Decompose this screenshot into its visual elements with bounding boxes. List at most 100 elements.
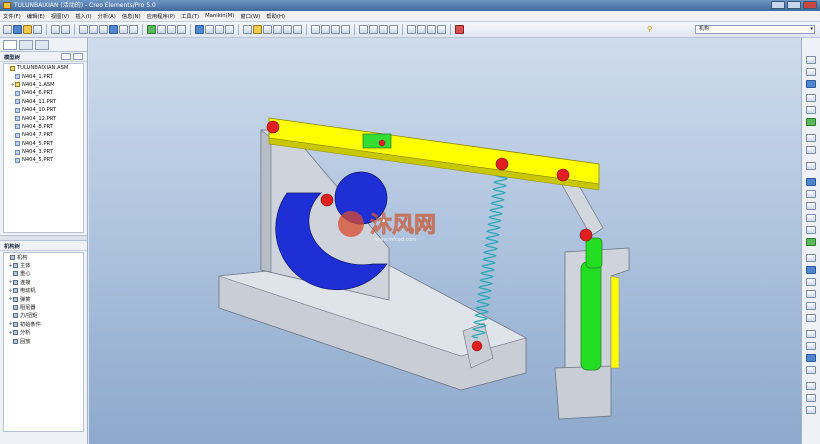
right-toolbar-button[interactable] <box>806 214 816 222</box>
model-tree-item[interactable]: N404_8.PRT <box>4 123 83 131</box>
right-toolbar-button[interactable] <box>806 314 816 322</box>
menu-item[interactable]: 工具(T) <box>181 12 199 20</box>
menu-item[interactable]: 窗口(W) <box>240 12 260 20</box>
right-toolbar-button[interactable] <box>806 302 816 310</box>
toolbar-button[interactable] <box>437 25 446 34</box>
right-toolbar-button[interactable] <box>806 254 816 262</box>
tab-model-tree[interactable] <box>3 40 17 50</box>
maximize-button[interactable] <box>787 1 801 9</box>
right-toolbar-button[interactable] <box>806 56 816 64</box>
menu-item[interactable]: 插入(I) <box>75 12 91 20</box>
right-toolbar-button[interactable] <box>806 94 816 102</box>
right-toolbar-button[interactable] <box>806 342 816 350</box>
toolbar-button[interactable] <box>177 25 186 34</box>
right-toolbar-button[interactable] <box>806 162 816 170</box>
selection-filter-dropdown[interactable]: 机构 ▾ <box>695 25 815 34</box>
right-toolbar-button[interactable] <box>806 238 816 246</box>
toolbar-button[interactable] <box>51 25 60 34</box>
model-tree-item[interactable]: N404_7.PRT <box>4 131 83 139</box>
mech-tree-item[interactable]: + 弹簧 <box>4 295 83 303</box>
right-toolbar-button[interactable] <box>806 266 816 274</box>
mech-tree-item[interactable]: 回放 <box>4 337 83 345</box>
menu-item[interactable]: 信息(N) <box>122 12 141 20</box>
menu-item[interactable]: 分析(A) <box>98 12 116 20</box>
toolbar-button[interactable] <box>253 25 262 34</box>
mech-tree-item[interactable]: + 初始条件 <box>4 320 83 328</box>
model-tree-item[interactable]: + N404_1.ASM <box>4 81 83 89</box>
model-tree-item[interactable]: N404_1.PRT <box>4 72 83 80</box>
right-toolbar-button[interactable] <box>806 106 816 114</box>
mech-tree-item[interactable]: + 连接 <box>4 278 83 286</box>
right-toolbar-button[interactable] <box>806 134 816 142</box>
minimize-button[interactable] <box>771 1 785 9</box>
tree-settings-button[interactable] <box>61 53 71 60</box>
toolbar-button[interactable] <box>341 25 350 34</box>
toolbar-button[interactable] <box>109 25 118 34</box>
toolbar-button[interactable] <box>33 25 42 34</box>
toolbar-button[interactable] <box>13 25 22 34</box>
tree-show-button[interactable] <box>73 53 83 60</box>
mech-tree-item[interactable]: + 电动机 <box>4 287 83 295</box>
toolbar-button[interactable] <box>379 25 388 34</box>
toolbar-button[interactable] <box>389 25 398 34</box>
model-tree-item[interactable]: N404_6.PRT <box>4 89 83 97</box>
right-toolbar-button[interactable] <box>806 190 816 198</box>
right-toolbar-button[interactable] <box>806 278 816 286</box>
menu-item[interactable]: 帮助(H) <box>266 12 285 20</box>
right-toolbar-button[interactable] <box>806 226 816 234</box>
toolbar-button[interactable] <box>61 25 70 34</box>
menu-item[interactable]: 应用程序(P) <box>147 12 176 20</box>
right-toolbar-button[interactable] <box>806 202 816 210</box>
toolbar-button[interactable] <box>427 25 436 34</box>
right-toolbar-button[interactable] <box>806 354 816 362</box>
toolbar-button[interactable] <box>215 25 224 34</box>
toolbar-button[interactable] <box>293 25 302 34</box>
menu-item[interactable]: 视图(V) <box>51 12 69 20</box>
toolbar-button[interactable] <box>407 25 416 34</box>
toolbar-button[interactable] <box>263 25 272 34</box>
toolbar-button[interactable] <box>243 25 252 34</box>
graphics-viewport[interactable]: 沐风网 www.mfcad.com <box>89 38 801 444</box>
right-toolbar-button[interactable] <box>806 118 816 126</box>
toolbar-button[interactable] <box>23 25 32 34</box>
right-toolbar-button[interactable] <box>806 146 816 154</box>
toolbar-button[interactable] <box>205 25 214 34</box>
right-toolbar-button[interactable] <box>806 330 816 338</box>
menu-item[interactable]: Manikin(M) <box>205 13 234 19</box>
tab-favorites[interactable] <box>35 40 49 50</box>
toolbar-button[interactable] <box>89 25 98 34</box>
toolbar-button[interactable] <box>321 25 330 34</box>
mech-tree-item[interactable]: + 分析 <box>4 329 83 337</box>
toolbar-button[interactable] <box>79 25 88 34</box>
mech-tree-item[interactable]: 力/扭矩 <box>4 312 83 320</box>
toolbar-button[interactable] <box>455 25 464 34</box>
model-tree-item[interactable]: N404_5.PRT <box>4 140 83 148</box>
menu-item[interactable]: 编辑(E) <box>27 12 45 20</box>
toolbar-button[interactable] <box>195 25 204 34</box>
model-tree-item[interactable]: N404_10.PRT <box>4 106 83 114</box>
toolbar-button[interactable] <box>369 25 378 34</box>
mech-tree-item[interactable]: + 主体 <box>4 261 83 270</box>
right-toolbar-button[interactable] <box>806 68 816 76</box>
right-toolbar-button[interactable] <box>806 406 816 414</box>
tab-folder-browser[interactable] <box>19 40 33 50</box>
toolbar-button[interactable] <box>311 25 320 34</box>
mech-tree-item[interactable]: 阻尼器 <box>4 303 83 311</box>
toolbar-button[interactable] <box>225 25 234 34</box>
right-toolbar-button[interactable] <box>806 80 816 88</box>
toolbar-button[interactable] <box>359 25 368 34</box>
close-button[interactable] <box>803 1 817 9</box>
model-tree-item[interactable]: N404_5.PRT <box>4 156 83 164</box>
toolbar-button[interactable] <box>119 25 128 34</box>
toolbar-button[interactable] <box>129 25 138 34</box>
right-toolbar-button[interactable] <box>806 382 816 390</box>
right-toolbar-button[interactable] <box>806 394 816 402</box>
toolbar-button[interactable] <box>331 25 340 34</box>
model-tree-item[interactable]: TULUNBAIXIAN.ASM <box>4 64 83 72</box>
mech-tree-item[interactable]: 重心 <box>4 270 83 278</box>
toolbar-button[interactable] <box>273 25 282 34</box>
right-toolbar-button[interactable] <box>806 290 816 298</box>
menu-item[interactable]: 文件(F) <box>3 12 21 20</box>
toolbar-button[interactable] <box>147 25 156 34</box>
toolbar-button[interactable] <box>3 25 12 34</box>
